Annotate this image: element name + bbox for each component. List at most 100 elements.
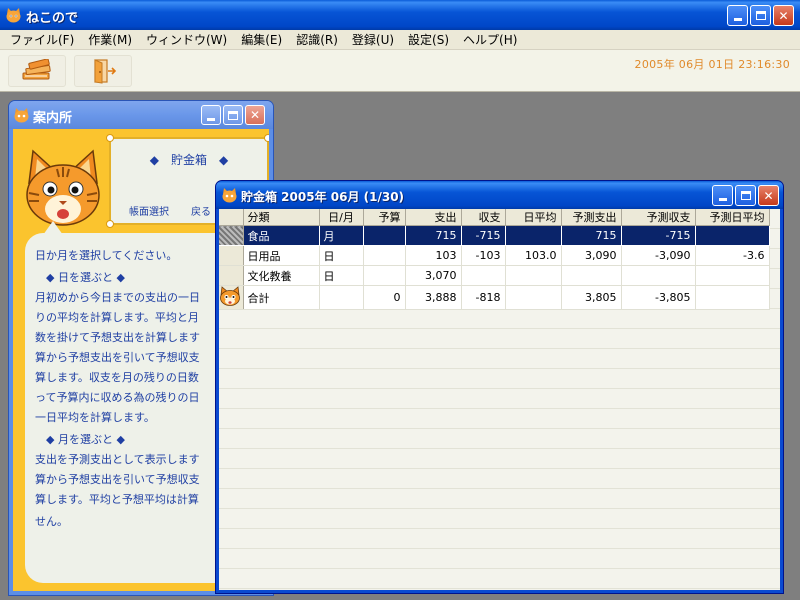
minimize-button[interactable] [727, 5, 748, 26]
guide-text-line: 月初めから今日までの支出の一日 [35, 291, 200, 304]
cell-category[interactable]: 合計 [243, 285, 320, 310]
toolbar: 2005年 06月 01日 23:16:30 [0, 50, 800, 92]
guide-title: 案内所 [33, 111, 73, 126]
cell-daily-average[interactable]: 103.0 [505, 245, 562, 266]
cell-balance[interactable] [461, 265, 506, 286]
menu-register[interactable]: 登録(U) [345, 31, 401, 48]
table-row[interactable]: 文化教養 日 3,070 [219, 265, 770, 286]
close-icon: ✕ [763, 188, 774, 203]
savings-grid-area: 分類 日/月 予算 支出 収支 日平均 予測支出 予測収支 予測日平均 食品 月 [219, 209, 780, 590]
cell-forecast-balance[interactable]: -3,805 [621, 285, 696, 310]
guide-title-bar[interactable]: 案内所 ✕ [9, 101, 273, 129]
sign-corner-dot [106, 134, 114, 142]
sign-corner-dot [106, 220, 114, 228]
back-link[interactable]: 戻る [191, 203, 211, 218]
exit-button[interactable] [74, 55, 132, 87]
guide-text-line: 支出を予測支出として表示します [35, 453, 200, 466]
savings-close-button[interactable]: ✕ [758, 185, 779, 206]
cell-forecast-expense[interactable] [561, 265, 622, 286]
cell-forecast-daily-average[interactable] [695, 265, 770, 286]
cell-forecast-balance[interactable]: -3,090 [621, 245, 696, 266]
col-header-forecast-balance[interactable]: 予測収支 [621, 209, 696, 226]
cell-category[interactable]: 文化教養 [243, 265, 320, 286]
col-header-expense[interactable]: 支出 [405, 209, 462, 226]
cell-forecast-daily-average[interactable]: -3.6 [695, 245, 770, 266]
cell-budget[interactable] [363, 265, 406, 286]
savings-minimize-button[interactable] [712, 185, 733, 206]
cell-category[interactable]: 日用品 [243, 245, 320, 266]
col-header-budget[interactable]: 予算 [363, 209, 406, 226]
cell-category[interactable]: 食品 [243, 225, 320, 246]
cell-balance[interactable]: -103 [461, 245, 506, 266]
table-total-row[interactable]: 合計 0 3,888 -818 3,805 -3,805 [219, 285, 770, 310]
menu-recognize[interactable]: 認識(R) [289, 31, 345, 48]
sign-title: ◆ 貯金箱 ◆ [149, 153, 229, 167]
cell-budget[interactable] [363, 225, 406, 246]
table-row[interactable]: 日用品 日 103 -103 103.0 3,090 -3,090 -3.6 [219, 245, 770, 266]
col-header-category[interactable]: 分類 [243, 209, 320, 226]
cell-expense[interactable]: 715 [405, 225, 462, 246]
savings-title-bar[interactable]: 貯金箱 2005年 06月 (1/30) ✕ [216, 181, 783, 209]
select-ledger-link[interactable]: 帳面選択 [129, 203, 169, 218]
cell-expense[interactable]: 3,888 [405, 285, 462, 310]
cell-day-month[interactable]: 月 [319, 225, 364, 246]
cell-budget[interactable] [363, 245, 406, 266]
savings-table: 分類 日/月 予算 支出 収支 日平均 予測支出 予測収支 予測日平均 食品 月 [219, 209, 770, 310]
cell-daily-average[interactable] [505, 265, 562, 286]
row-header-cell[interactable] [219, 245, 244, 266]
cell-expense[interactable]: 103 [405, 245, 462, 266]
maximize-button[interactable] [750, 5, 771, 26]
menu-file[interactable]: ファイル(F) [3, 31, 81, 48]
savings-window-controls: ✕ [712, 185, 779, 206]
col-header-balance[interactable]: 収支 [461, 209, 506, 226]
cat-window-icon [222, 188, 237, 203]
cell-day-month[interactable]: 日 [319, 245, 364, 266]
speech-bubble-tail [43, 221, 63, 235]
col-header-daily-average[interactable]: 日平均 [505, 209, 562, 226]
menu-help[interactable]: ヘルプ(H) [456, 31, 524, 48]
savings-maximize-button[interactable] [735, 185, 756, 206]
guide-text-line: ◆ 月を選ぶと ◆ [35, 433, 125, 446]
col-header-day-month[interactable]: 日/月 [319, 209, 364, 226]
cell-forecast-expense[interactable]: 3,090 [561, 245, 622, 266]
cell-forecast-daily-average[interactable] [695, 225, 770, 246]
menu-work[interactable]: 作業(M) [81, 31, 139, 48]
close-button[interactable]: ✕ [773, 5, 794, 26]
guide-text-line: って予算内に収める為の残りの日 [35, 391, 200, 404]
menu-settings[interactable]: 設定(S) [401, 31, 456, 48]
cell-forecast-daily-average[interactable] [695, 285, 770, 310]
cell-balance[interactable]: -715 [461, 225, 506, 246]
cat-mascot-icon [26, 149, 100, 226]
books-button[interactable] [8, 55, 66, 87]
guide-minimize-button[interactable] [201, 105, 221, 125]
cat-total-icon [220, 286, 240, 306]
guide-close-button[interactable]: ✕ [245, 105, 265, 125]
table-header-row: 分類 日/月 予算 支出 収支 日平均 予測支出 予測収支 予測日平均 [219, 209, 770, 226]
row-header-cell[interactable] [219, 285, 244, 310]
col-header-forecast-daily-average[interactable]: 予測日平均 [695, 209, 770, 226]
cell-daily-average[interactable] [505, 225, 562, 246]
row-header-cell[interactable] [219, 225, 244, 246]
guide-maximize-button[interactable] [223, 105, 243, 125]
cell-expense[interactable]: 3,070 [405, 265, 462, 286]
cell-balance[interactable]: -818 [461, 285, 506, 310]
menu-window[interactable]: ウィンドウ(W) [139, 31, 234, 48]
cell-budget[interactable]: 0 [363, 285, 406, 310]
cell-forecast-expense[interactable]: 715 [561, 225, 622, 246]
table-row[interactable]: 食品 月 715 -715 715 -715 [219, 225, 770, 246]
cell-forecast-balance[interactable] [621, 265, 696, 286]
guide-text-line: せん。 [35, 515, 68, 528]
exit-door-icon [94, 59, 117, 84]
cell-forecast-balance[interactable]: -715 [621, 225, 696, 246]
cell-forecast-expense[interactable]: 3,805 [561, 285, 622, 310]
cell-day-month[interactable] [319, 285, 364, 310]
main-title-bar[interactable]: ねこので ✕ [0, 0, 800, 30]
cell-day-month[interactable]: 日 [319, 265, 364, 286]
col-header-forecast-expense[interactable]: 予測支出 [561, 209, 622, 226]
cat-app-icon [6, 8, 21, 23]
menu-edit[interactable]: 編集(E) [234, 31, 289, 48]
cell-daily-average[interactable] [505, 285, 562, 310]
minimize-icon [207, 117, 215, 121]
row-header-cell[interactable] [219, 265, 244, 286]
guide-text-line: 算します。収支を月の残りの日数 [35, 371, 199, 384]
